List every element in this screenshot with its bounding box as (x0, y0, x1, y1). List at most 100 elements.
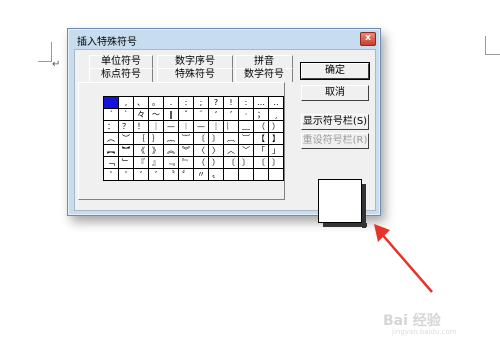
symbol-cell[interactable]: 『 (134, 157, 149, 169)
ok-button[interactable]: 确定 (300, 62, 370, 80)
symbol-grid-row: ﹁ ﹂ 『』 ﹃ ﹄ （）〔〕〔〕 (104, 157, 284, 169)
symbol-cell[interactable]: 〉 (209, 145, 224, 157)
symbol-cell[interactable]: ‘ (209, 109, 224, 121)
symbol-cell[interactable]: 【 (254, 133, 269, 145)
symbol-cell[interactable]: 〞 (179, 169, 194, 181)
dialog-client-area: 单位符号 数字序号 拼音 标点符号 特殊符号 数学符号 ,、。.:;?!:… ‥ ˊ… (74, 49, 376, 228)
symbol-cell[interactable]: , (119, 97, 134, 109)
symbol-cell[interactable]: ︺ (239, 133, 254, 145)
symbol-cell[interactable]: ; (194, 97, 209, 109)
symbol-cell[interactable]: · (239, 109, 254, 121)
symbol-cell[interactable]: 〔 (254, 157, 269, 169)
symbol-cell[interactable]: ｝ (149, 133, 164, 145)
symbol-cell[interactable]: ︽ (164, 145, 179, 157)
symbol-cell[interactable]: : (179, 97, 194, 109)
symbol-cell[interactable]: ¸ (269, 109, 284, 121)
symbol-cell[interactable]: ） (209, 157, 224, 169)
symbol-cell[interactable]: ︵ (104, 133, 119, 145)
symbol-cell[interactable]: 〕 (269, 157, 284, 169)
tab-pinyin[interactable]: 拼音 (235, 55, 293, 68)
symbol-cell[interactable]: ︴ (224, 121, 239, 133)
symbol-cell[interactable] (224, 169, 239, 181)
watermark-url: jingyan.baidu.com (392, 328, 457, 336)
symbol-cell[interactable]: … (254, 97, 269, 109)
symbol-cell[interactable]: 。 (149, 97, 164, 109)
tab-math-symbols[interactable]: 数学符号 (235, 68, 293, 82)
symbol-cell[interactable]: — (194, 121, 209, 133)
symbol-cell[interactable]: ﹁ (104, 157, 119, 169)
symbol-cell[interactable]: （ (254, 121, 269, 133)
symbol-cell[interactable]: ﹏ (239, 121, 254, 133)
symbol-cell[interactable]: 〝 (164, 169, 179, 181)
symbol-cell[interactable]: ︾ (179, 145, 194, 157)
symbol-cell[interactable]: ' (104, 169, 119, 181)
symbol-cell[interactable]: ︿ (224, 145, 239, 157)
symbol-cell[interactable]: ︶ (119, 133, 134, 145)
symbol-cell[interactable]: ‖ (164, 109, 179, 121)
symbol-cell[interactable]: 』 (149, 157, 164, 169)
tab-number-ordinals[interactable]: 数字序号 (157, 55, 233, 68)
symbol-cell[interactable] (269, 169, 284, 181)
symbol-cell[interactable]: ︼ (119, 145, 134, 157)
symbol-cell[interactable]: 〃 (194, 169, 209, 181)
symbol-cell[interactable]: ﹄ (179, 157, 194, 169)
symbol-cell[interactable]: （ (194, 157, 209, 169)
show-symbol-bar-button[interactable]: 显示符号栏(S) (301, 114, 369, 130)
symbol-cell[interactable]: 】 (269, 133, 284, 145)
symbol-cell[interactable]: ︻ (104, 145, 119, 157)
symbol-cell[interactable]: ’ (149, 169, 164, 181)
symbol-cell[interactable]: 〔 (194, 133, 209, 145)
symbol-cell[interactable]: ‥ (269, 97, 284, 109)
cancel-button[interactable]: 取消 (301, 85, 369, 101)
close-button[interactable]: x (360, 32, 376, 46)
symbol-cell[interactable]: ｜ (149, 121, 164, 133)
symbol-cell[interactable]: ； (254, 109, 269, 121)
symbol-cell[interactable]: ˇ (179, 109, 194, 121)
symbol-cell[interactable]: ' (119, 169, 134, 181)
symbol-cell[interactable]: 〈 (194, 145, 209, 157)
symbol-cell[interactable] (239, 169, 254, 181)
symbol-grid-row: ' ' ‘’ 〝〞〃〟 (104, 169, 284, 181)
symbol-cell[interactable]: : (239, 97, 254, 109)
symbol-cell[interactable]: — (164, 121, 179, 133)
symbol-cell[interactable]: ～ (149, 109, 164, 121)
symbol-cell[interactable]: 《 (134, 145, 149, 157)
symbol-cell[interactable]: ｛ (134, 133, 149, 145)
symbol-cell[interactable]: 」 (269, 145, 284, 157)
symbol-cell[interactable]: ˊ (104, 109, 119, 121)
symbol-cell[interactable]: . (164, 97, 179, 109)
symbol-cell[interactable]: ） (269, 121, 284, 133)
symbol-cell[interactable]: ︱ (179, 121, 194, 133)
preview-shadow (362, 184, 366, 228)
symbol-cell[interactable]: ｜ (209, 121, 224, 133)
symbol-cell[interactable]: 、 (134, 97, 149, 109)
symbol-cell[interactable]: ¨ (194, 109, 209, 121)
symbol-cell[interactable]: 「 (254, 145, 269, 157)
symbol-cell[interactable]: 〔 (224, 157, 239, 169)
symbol-cell[interactable]: 々 (134, 109, 149, 121)
symbol-cell[interactable]: ？ (119, 121, 134, 133)
symbol-cell[interactable]: ︸ (179, 133, 194, 145)
title-bar[interactable]: 插入特殊符号 x (68, 29, 380, 49)
symbol-cell[interactable] (104, 97, 119, 109)
symbol-cell[interactable]: ﹀ (239, 145, 254, 157)
symbol-cell[interactable]: ‘ (134, 169, 149, 181)
tab-special-symbols[interactable]: 特殊符号 (157, 68, 233, 82)
symbol-cell[interactable]: 〕 (239, 157, 254, 169)
symbol-cell[interactable] (254, 169, 269, 181)
symbol-cell[interactable]: 〕 (209, 133, 224, 145)
symbol-cell[interactable]: ’ (224, 109, 239, 121)
symbol-cell[interactable]: 〟 (209, 169, 224, 181)
tab-punctuation[interactable]: 标点符号 (89, 68, 153, 82)
symbol-cell[interactable]: ﹂ (119, 157, 134, 169)
symbol-cell[interactable]: ︹ (224, 133, 239, 145)
symbol-cell[interactable]: ﹃ (164, 157, 179, 169)
tab-unit-symbols[interactable]: 单位符号 (89, 55, 153, 68)
symbol-cell[interactable]: 》 (149, 145, 164, 157)
symbol-cell[interactable]: ˋ (119, 109, 134, 121)
symbol-cell[interactable]: ! (224, 97, 239, 109)
symbol-cell[interactable]: ： (104, 121, 119, 133)
symbol-cell[interactable]: ︷ (164, 133, 179, 145)
symbol-cell[interactable]: ！ (134, 121, 149, 133)
symbol-cell[interactable]: ? (209, 97, 224, 109)
